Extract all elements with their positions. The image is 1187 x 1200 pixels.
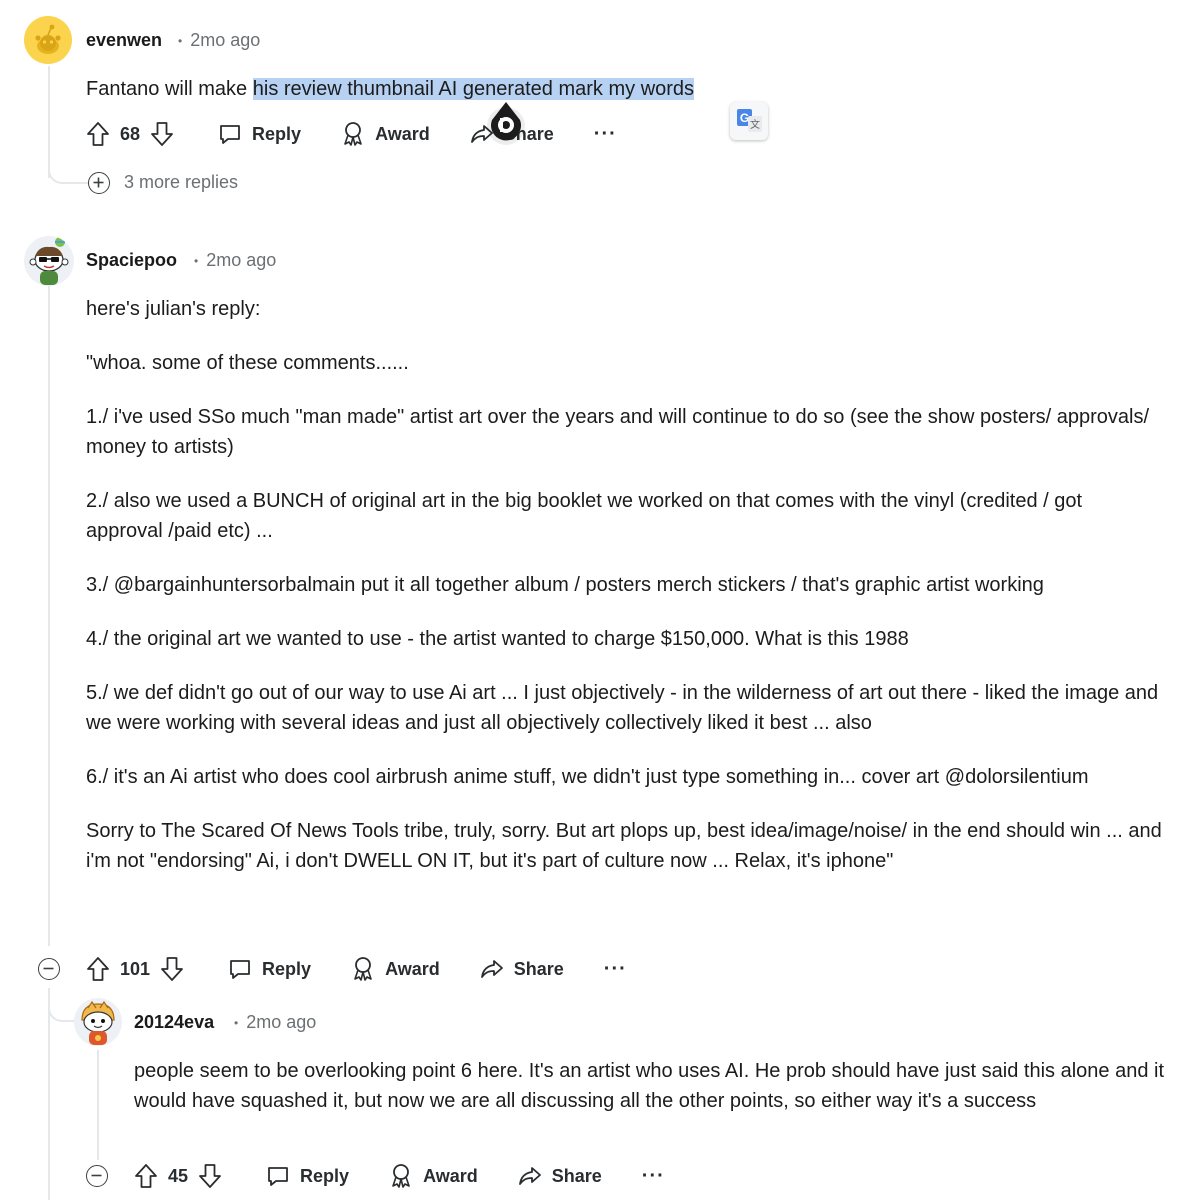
more-options-button[interactable]: ··· <box>642 1165 665 1188</box>
award-label: Award <box>423 1165 478 1186</box>
share-label: Share <box>551 1165 602 1186</box>
reply-label: Reply <box>252 123 302 144</box>
share-icon <box>518 1167 541 1185</box>
award-icon <box>354 957 372 981</box>
timestamp: • 2mo ago <box>194 250 276 271</box>
thread-line-root <box>48 988 50 1200</box>
award-label: Award <box>385 958 440 979</box>
timestamp-text: 2mo ago <box>190 30 261 50</box>
avatar[interactable] <box>74 998 122 1046</box>
vote-controls: 45 <box>134 1163 222 1189</box>
timestamp: • 2mo ago <box>178 30 260 51</box>
reply-button[interactable]: Reply <box>266 1164 349 1188</box>
comment-body: here's julian's reply: "whoa. some of th… <box>86 294 1164 900</box>
more-icon: ··· <box>603 957 627 980</box>
avatar[interactable] <box>24 236 74 286</box>
translate-icon: G 文 <box>737 109 762 132</box>
comment-actions: 45 Reply Award Share ··· <box>134 1158 705 1194</box>
collapse-icon[interactable] <box>86 1165 108 1187</box>
more-replies-link[interactable]: 3 more replies <box>124 172 238 193</box>
snoo-avatar-icon <box>29 237 69 285</box>
award-button[interactable]: Award <box>341 121 430 147</box>
thread-line-comment-3 <box>97 1050 99 1160</box>
timestamp-text: 2mo ago <box>206 250 277 270</box>
more-options-button[interactable]: ··· <box>594 123 617 146</box>
expand-icon[interactable] <box>88 172 110 194</box>
separator-dot: • <box>234 1016 239 1031</box>
reply-connector <box>48 988 76 1022</box>
thread-connector-more-replies <box>48 150 88 184</box>
thread-line-comment-2 <box>48 286 50 946</box>
timestamp: • 2mo ago <box>234 1012 316 1033</box>
username[interactable]: evenwen <box>86 30 162 51</box>
comment-paragraph: people seem to be overlooking point 6 he… <box>134 1060 1164 1112</box>
svg-text:文: 文 <box>750 118 760 131</box>
vote-count: 45 <box>168 1165 189 1186</box>
comment-paragraph: 6./ it's an Ai artist who does cool airb… <box>86 766 1089 788</box>
cursor-overlay-icon <box>486 100 526 146</box>
award-button[interactable]: Award <box>389 1163 478 1189</box>
award-label: Award <box>375 123 430 144</box>
username[interactable]: Spaciepoo <box>86 250 177 271</box>
username[interactable]: 20124eva <box>134 1012 214 1033</box>
comment-paragraph: 3./ @bargainhuntersorbalmain put it all … <box>86 574 1044 596</box>
more-icon: ··· <box>641 1164 665 1187</box>
reply-button[interactable]: Reply <box>218 122 301 146</box>
more-icon: ··· <box>593 122 617 145</box>
comment-paragraph: here's julian's reply: <box>86 298 261 320</box>
downvote-icon[interactable] <box>160 956 184 982</box>
share-label: Share <box>513 958 564 979</box>
comment-paragraph: 1./ i've used SSo much "man made" artist… <box>86 406 1149 458</box>
share-button[interactable]: Share <box>480 957 564 981</box>
upvote-icon[interactable] <box>86 956 110 982</box>
upvote-icon[interactable] <box>86 121 110 147</box>
comment-paragraph: 2./ also we used a BUNCH of original art… <box>86 490 1083 542</box>
comment-paragraph: 4./ the original art we wanted to use - … <box>86 628 909 650</box>
highlighted-text: his review thumbnail AI generated mark m… <box>252 78 695 100</box>
share-button[interactable]: Share <box>518 1164 602 1188</box>
collapse-icon[interactable] <box>38 958 60 980</box>
reply-label: Reply <box>262 958 312 979</box>
comment-actions: 101 Reply Award Share ··· <box>86 951 667 987</box>
comment-paragraph: Sorry to The Scared Of News Tools tribe,… <box>86 820 1162 872</box>
comment-actions: 68 Reply Award Share ··· <box>86 116 657 152</box>
translate-button[interactable]: G 文 <box>730 102 768 140</box>
reply-icon <box>230 960 250 979</box>
snoo-avatar-icon <box>81 1000 115 1045</box>
upvote-icon[interactable] <box>134 1163 158 1189</box>
comment-body: people seem to be overlooking point 6 he… <box>134 1056 1164 1140</box>
separator-dot: • <box>178 34 183 49</box>
reply-button[interactable]: Reply <box>228 957 311 981</box>
downvote-icon[interactable] <box>150 121 174 147</box>
reply-label: Reply <box>300 1165 350 1186</box>
vote-controls: 68 <box>86 121 174 147</box>
award-icon <box>344 122 362 146</box>
vote-count: 101 <box>120 958 151 979</box>
reply-icon <box>268 1167 288 1186</box>
avatar[interactable] <box>24 16 72 64</box>
vote-count: 68 <box>120 123 141 144</box>
more-options-button[interactable]: ··· <box>604 958 627 981</box>
downvote-icon[interactable] <box>198 1163 222 1189</box>
svg-text:G: G <box>740 111 749 125</box>
reply-icon <box>220 125 240 144</box>
award-button[interactable]: Award <box>351 956 440 982</box>
comment-paragraph: "whoa. some of these comments...... <box>86 352 409 374</box>
share-icon <box>480 960 503 978</box>
timestamp-text: 2mo ago <box>246 1012 317 1032</box>
comment-text: Fantano will make <box>86 78 253 100</box>
award-icon <box>392 1164 410 1188</box>
separator-dot: • <box>194 254 199 269</box>
comment-paragraph: 5./ we def didn't go out of our way to u… <box>86 682 1159 734</box>
comment-body: Fantano will make his review thumbnail A… <box>86 74 786 104</box>
snoo-avatar-icon <box>35 24 61 54</box>
vote-controls: 101 <box>86 956 184 982</box>
